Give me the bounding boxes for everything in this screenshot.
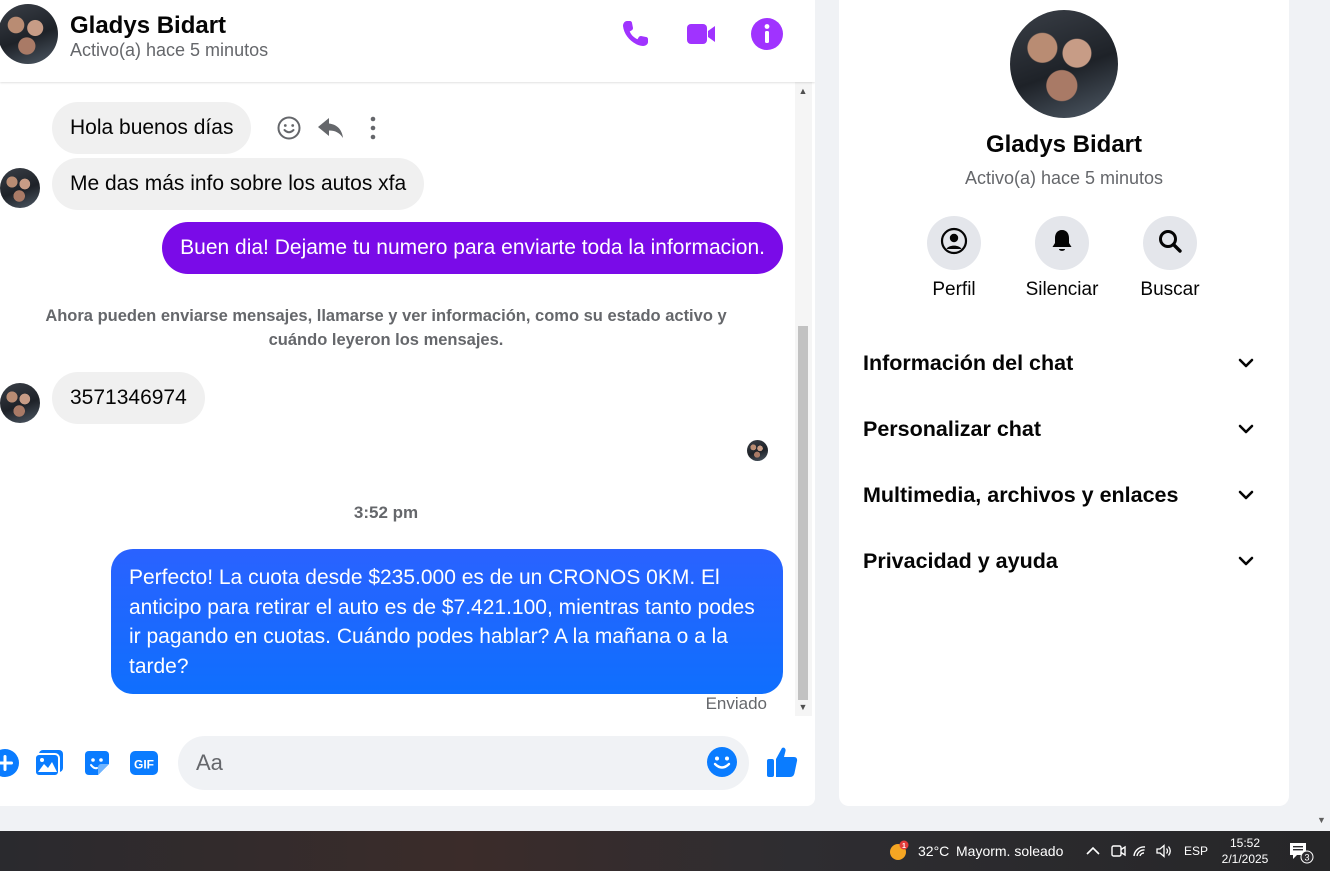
section-chat-info[interactable]: Información del chat xyxy=(863,338,1265,388)
search-button[interactable]: Buscar xyxy=(1115,216,1225,301)
search-icon xyxy=(1156,227,1184,260)
info-icon[interactable] xyxy=(749,16,785,52)
gif-label: GIF xyxy=(134,758,154,772)
section-label: Multimedia, archivos y enlaces xyxy=(863,483,1179,507)
react-icon[interactable] xyxy=(274,113,304,143)
image-icon[interactable] xyxy=(32,746,66,780)
section-label: Privacidad y ayuda xyxy=(863,549,1058,573)
page-scrollbar[interactable]: ▼ xyxy=(1313,0,1330,831)
profile-label: Perfil xyxy=(932,279,976,300)
reply-icon[interactable] xyxy=(316,113,346,143)
contact-avatar[interactable] xyxy=(0,4,58,64)
sender-avatar[interactable] xyxy=(0,168,40,208)
sender-avatar[interactable] xyxy=(0,383,40,423)
plus-icon[interactable] xyxy=(0,746,22,780)
clock-time: 15:52 xyxy=(1229,836,1261,850)
info-name: Gladys Bidart xyxy=(985,131,1143,158)
bell-icon xyxy=(1048,227,1076,260)
chevron-down-icon xyxy=(1235,484,1257,506)
weather-condition[interactable]: Mayorm. soleado xyxy=(956,843,1063,859)
volume-icon[interactable] xyxy=(1154,841,1174,861)
video-camera-icon[interactable] xyxy=(683,16,719,52)
scroll-down-icon[interactable]: ▼ xyxy=(1317,815,1326,825)
chat-header: Gladys Bidart Activo(a) hace 5 minutos xyxy=(0,0,815,82)
message-incoming[interactable]: 3571346974 xyxy=(52,372,205,424)
message-incoming[interactable]: Hola buenos días xyxy=(52,102,252,154)
scroll-up-icon[interactable]: ▲ xyxy=(798,86,808,96)
chat-panel: Gladys Bidart Activo(a) hace 5 minutos H… xyxy=(0,0,815,806)
time-separator: 3:52 pm xyxy=(353,503,419,522)
more-options-icon[interactable] xyxy=(358,113,388,143)
profile-button[interactable]: Perfil xyxy=(899,216,1009,301)
wifi-icon[interactable] xyxy=(1131,841,1151,861)
message-outgoing[interactable]: Buen dia! Dejame tu numero para enviarte… xyxy=(162,222,783,274)
chevron-down-icon xyxy=(1235,352,1257,374)
chevron-up-icon[interactable] xyxy=(1083,841,1103,861)
seen-indicator-avatar xyxy=(747,440,768,461)
notification-count: 3 xyxy=(1304,853,1309,863)
meet-now-icon[interactable] xyxy=(1108,841,1128,861)
mute-button[interactable]: Silenciar xyxy=(1007,216,1117,301)
profile-icon xyxy=(940,227,968,260)
phone-icon[interactable] xyxy=(617,16,653,52)
conversation-info-panel: Gladys Bidart Activo(a) hace 5 minutos P… xyxy=(839,0,1289,806)
gif-icon[interactable]: GIF xyxy=(127,746,161,780)
clock-date: 2/1/2025 xyxy=(1221,852,1269,866)
chevron-down-icon xyxy=(1235,550,1257,572)
scroll-down-icon[interactable]: ▼ xyxy=(798,702,808,712)
scroll-thumb[interactable] xyxy=(798,326,808,700)
section-label: Personalizar chat xyxy=(863,417,1042,441)
emoji-icon[interactable] xyxy=(705,745,739,779)
message-scrollbar[interactable]: ▲ ▼ xyxy=(795,82,812,716)
system-note: Ahora pueden enviarse mensajes, llamarse… xyxy=(45,307,727,349)
contact-status: Activo(a) hace 5 minutos xyxy=(70,40,269,60)
sent-status: Enviado xyxy=(705,694,767,713)
notifications-icon[interactable]: 3 xyxy=(1288,840,1314,864)
info-avatar[interactable] xyxy=(1010,10,1118,118)
weather-temperature[interactable]: 32°C xyxy=(918,843,949,859)
contact-name[interactable]: Gladys Bidart xyxy=(70,12,226,40)
search-label: Buscar xyxy=(1140,279,1200,300)
composer: GIF xyxy=(0,726,815,806)
weather-badge: 1 xyxy=(902,843,906,850)
section-label: Información del chat xyxy=(863,351,1074,375)
clock[interactable]: 15:52 2/1/2025 xyxy=(1221,835,1269,867)
message-incoming[interactable]: Me das más info sobre los autos xfa xyxy=(52,158,425,210)
mute-label: Silenciar xyxy=(1025,279,1099,300)
chevron-down-icon xyxy=(1235,418,1257,440)
language-indicator[interactable]: ESP xyxy=(1184,844,1208,858)
message-list[interactable]: Hola buenos días Me das más info sobre l… xyxy=(0,82,795,716)
section-privacy-help[interactable]: Privacidad y ayuda xyxy=(863,536,1265,586)
windows-taskbar: 1 32°C Mayorm. soleado ESP 15:52 2/1/202… xyxy=(0,831,1330,871)
section-customize-chat[interactable]: Personalizar chat xyxy=(863,404,1265,454)
thumbs-up-icon[interactable] xyxy=(764,744,798,778)
section-media-files-links[interactable]: Multimedia, archivos y enlaces xyxy=(863,470,1265,520)
info-status: Activo(a) hace 5 minutos xyxy=(964,168,1164,188)
sticker-icon[interactable] xyxy=(80,746,114,780)
message-input[interactable] xyxy=(178,736,749,790)
weather-sun-icon[interactable]: 1 xyxy=(887,840,909,862)
message-outgoing[interactable]: Perfecto! La cuota desde $235.000 es de … xyxy=(111,549,783,694)
